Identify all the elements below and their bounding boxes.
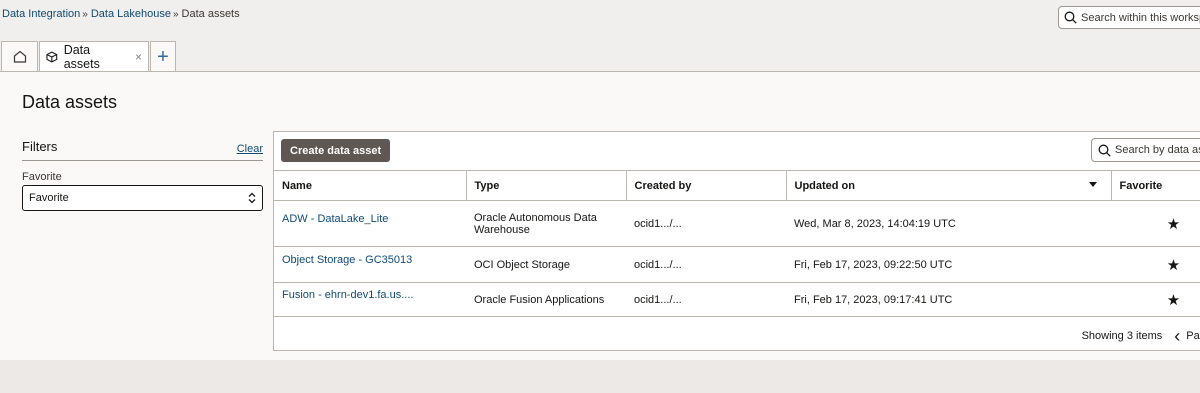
breadcrumb-separator: » — [172, 9, 179, 20]
asset-name-text: Fusion - ehrn-dev1.fa.us.... — [282, 288, 414, 301]
favorite-filter-label: Favorite — [22, 171, 62, 183]
asset-name-text: ADW - DataLake_Lite — [282, 212, 389, 225]
favorite-star-icon[interactable]: ★ — [1111, 282, 1200, 317]
pagination-bar: Showing 3 items ‹ Page — [272, 322, 1200, 350]
breadcrumb-data-integration[interactable]: Data Integration — [2, 8, 80, 20]
asset-type: Oracle Autonomous Data Warehouse — [466, 200, 626, 247]
search-icon — [1098, 144, 1111, 157]
breadcrumb: Data Integration» Data Lakehouse» Data ass… — [2, 8, 240, 20]
breadcrumb-separator: » — [82, 9, 88, 20]
table-row[interactable]: Object Storage - GC35013 OCI Object Stor… — [274, 246, 1200, 283]
filters-panel: Filters Clear Favorite Favorite — [22, 139, 263, 211]
table-header-row: Name Type Created by Updated on Favorite — [274, 170, 1200, 201]
asset-created-by: ocid1.../... — [626, 200, 786, 247]
workspace-search-placeholder: Search within this workspace — [1081, 11, 1200, 24]
asset-search-placeholder: Search by data asset — [1115, 144, 1200, 156]
close-icon[interactable]: × — [135, 50, 142, 64]
create-data-asset-button[interactable]: Create data asset — [281, 139, 391, 162]
asset-created-by: ocid1.../... — [626, 246, 786, 283]
page-title: Data assets — [22, 92, 118, 112]
filters-title: Filters — [22, 139, 58, 154]
column-header-updated-on[interactable]: Updated on — [786, 170, 1112, 201]
favorite-star-icon[interactable]: ★ — [1111, 200, 1200, 247]
data-assets-panel: Create data asset Search by data asset N… — [273, 131, 1200, 351]
chevron-left-icon[interactable]: ‹ — [1174, 327, 1180, 345]
asset-updated-on: Fri, Feb 17, 2023, 09:22:50 UTC — [786, 246, 1111, 283]
filters-header: Filters Clear — [22, 139, 263, 161]
page-label: Page — [1186, 330, 1200, 342]
add-tab-button[interactable]: + — [150, 41, 176, 71]
favorite-star-icon[interactable]: ★ — [1111, 246, 1200, 283]
column-header-type[interactable]: Type — [466, 170, 627, 201]
main-content: Data assets Filters Clear Favorite Favor… — [0, 71, 1200, 360]
page-background-footer — [0, 360, 1200, 393]
sort-descending-icon — [1088, 182, 1097, 187]
column-header-updated-on-label: Updated on — [794, 179, 856, 192]
table-row[interactable]: Fusion - ehrn-dev1.fa.us.... Oracle Fusi… — [274, 282, 1200, 317]
tab-home[interactable] — [1, 41, 38, 71]
asset-type: Oracle Fusion Applications — [466, 282, 626, 317]
clear-filters-link[interactable]: Clear — [237, 143, 263, 160]
tab-data-assets[interactable]: Data assets × — [39, 41, 149, 71]
tab-label: Data assets — [63, 42, 100, 71]
asset-search-input[interactable]: Search by data asset — [1091, 138, 1200, 162]
asset-created-by: ocid1.../... — [626, 282, 786, 317]
column-header-created-by[interactable]: Created by — [626, 170, 787, 201]
asset-name-link[interactable]: Object Storage - GC35013 — [274, 246, 466, 283]
asset-updated-on: Wed, Mar 8, 2023, 14:04:19 UTC — [786, 200, 1111, 247]
favorite-filter-select[interactable]: Favorite — [22, 185, 263, 211]
asset-type: OCI Object Storage — [466, 246, 626, 283]
breadcrumb-data-lakehouse[interactable]: Data Lakehouse — [91, 8, 171, 20]
asset-name-link[interactable]: ADW - DataLake_Lite — [274, 200, 466, 247]
data-assets-table: Name Type Created by Updated on Favorite… — [274, 170, 1200, 317]
select-arrows-icon — [248, 192, 256, 204]
items-count: Showing 3 items — [1081, 330, 1163, 342]
column-header-favorite[interactable]: Favorite — [1111, 170, 1200, 201]
asset-name-link[interactable]: Fusion - ehrn-dev1.fa.us.... — [274, 282, 466, 317]
asset-name-text: Object Storage - GC35013 — [282, 253, 413, 266]
top-bar: Data Integration» Data Lakehouse» Data ass… — [0, 0, 1200, 42]
search-icon — [1064, 11, 1077, 24]
tab-bar: Data assets × + — [0, 41, 177, 71]
cube-icon — [46, 51, 58, 62]
workspace-search-input[interactable]: Search within this workspace — [1058, 6, 1200, 29]
home-icon — [13, 50, 26, 63]
favorite-filter-value: Favorite — [29, 192, 69, 204]
table-row[interactable]: ADW - DataLake_Lite Oracle Autonomous Da… — [274, 200, 1200, 247]
breadcrumb-current: Data assets — [181, 8, 240, 20]
column-header-name[interactable]: Name — [274, 170, 467, 201]
asset-updated-on: Fri, Feb 17, 2023, 09:17:41 UTC — [786, 282, 1111, 317]
